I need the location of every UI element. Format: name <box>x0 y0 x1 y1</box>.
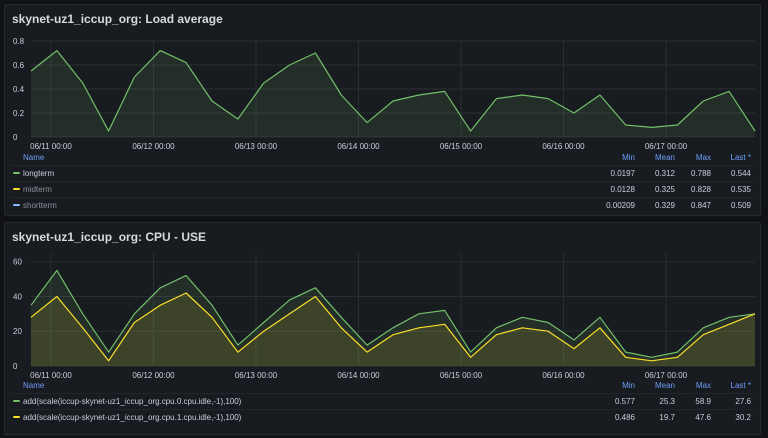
x-tick-label: 06/11 00:00 <box>30 142 72 151</box>
legend-mean-value: 25.3 <box>659 397 675 406</box>
load-average-panel: skynet-uz1_iccup_org: Load average 0.8 0.… <box>4 4 761 216</box>
y-tick-label: 20 <box>13 327 22 336</box>
legend-max-value: 0.828 <box>690 185 711 194</box>
legend-header-max[interactable]: Max <box>696 381 711 390</box>
legend-header-mean[interactable]: Mean <box>655 381 675 390</box>
legend-series-name[interactable]: midterm <box>23 185 52 194</box>
legend-last-value: 0.544 <box>730 169 751 178</box>
legend-series-name[interactable]: add(scale(iccup-skynet-uz1_iccup_org.cpu… <box>23 413 241 422</box>
series-color-swatch <box>13 188 20 190</box>
legend-min-value: 0.486 <box>614 413 635 422</box>
y-tick-label: 40 <box>13 292 22 301</box>
legend-table: Name Min Mean Max Last * longterm 0.0197… <box>11 151 755 213</box>
series-color-swatch <box>13 416 20 418</box>
legend-table: Name Min Mean Max Last * add(scale(iccup… <box>11 379 755 425</box>
legend-row-midterm[interactable]: midterm 0.0128 0.325 0.828 0.535 <box>11 181 755 197</box>
legend-row-cpu0[interactable]: add(scale(iccup-skynet-uz1_iccup_org.cpu… <box>11 393 755 409</box>
legend-max-value: 0.847 <box>690 201 711 210</box>
legend-max-value: 58.9 <box>695 397 711 406</box>
legend-header: Name Min Mean Max Last * <box>11 151 755 165</box>
legend-series-name[interactable]: shortterm <box>23 201 57 210</box>
legend-mean-value: 0.329 <box>654 201 675 210</box>
legend-last-value: 0.509 <box>730 201 751 210</box>
legend-header-min[interactable]: Min <box>622 381 635 390</box>
series-color-swatch <box>13 400 20 402</box>
y-tick-label: 0.8 <box>13 37 25 46</box>
legend-header: Name Min Mean Max Last * <box>11 379 755 393</box>
legend-max-value: 47.6 <box>695 413 711 422</box>
cpu-use-panel: skynet-uz1_iccup_org: CPU - USE 60 40 20 0 0… <box>4 222 761 435</box>
x-tick-label: 06/12 00:00 <box>132 142 175 151</box>
legend-mean-value: 19.7 <box>659 413 675 422</box>
legend-header-mean[interactable]: Mean <box>655 153 675 162</box>
legend-last-value: 27.6 <box>735 397 751 406</box>
legend-header-min[interactable]: Min <box>622 153 635 162</box>
x-tick-label: 06/16 00:00 <box>542 142 585 151</box>
y-tick-label: 0 <box>13 133 18 142</box>
legend-mean-value: 0.312 <box>654 169 675 178</box>
y-tick-label: 0.4 <box>13 85 25 94</box>
x-tick-label: 06/17 00:00 <box>645 142 688 151</box>
legend-header-max[interactable]: Max <box>696 153 711 162</box>
legend-row-shortterm[interactable]: shortterm 0.00209 0.329 0.847 0.509 <box>11 197 755 213</box>
legend-series-name[interactable]: longterm <box>23 169 54 178</box>
legend-max-value: 0.788 <box>690 169 711 178</box>
legend-min-value: 0.577 <box>614 397 635 406</box>
cpu-use-chart[interactable]: 604020006/11 00:00 06/12 00:00 06/13 00:00… <box>5 223 762 391</box>
series-color-swatch <box>13 172 20 174</box>
y-tick-label: 0.2 <box>13 109 25 118</box>
legend-min-value: 0.0128 <box>610 185 635 194</box>
x-tick-label: 06/14 00:00 <box>337 142 380 151</box>
legend-header-name[interactable]: Name <box>23 381 44 390</box>
legend-mean-value: 0.325 <box>654 185 675 194</box>
series-area <box>31 50 755 137</box>
x-tick-label: 06/15 00:00 <box>440 142 483 151</box>
legend-series-name[interactable]: add(scale(iccup-skynet-uz1_iccup_org.cpu… <box>23 397 241 406</box>
legend-min-value: 0.00209 <box>606 201 635 210</box>
y-tick-label: 60 <box>13 258 22 267</box>
y-tick-label: 0.6 <box>13 61 25 70</box>
legend-header-last[interactable]: Last * <box>731 153 751 162</box>
legend-last-value: 0.535 <box>730 185 751 194</box>
x-tick-label: 06/13 00:00 <box>235 142 278 151</box>
legend-last-value: 30.2 <box>735 413 751 422</box>
load-average-chart[interactable]: 0.8 0.6 0.4 0.2 0 06/11 00:00 06/12 00:00 06/13… <box>5 5 762 155</box>
series-color-swatch <box>13 204 20 206</box>
legend-row-longterm[interactable]: longterm 0.0197 0.312 0.788 0.544 <box>11 165 755 181</box>
legend-min-value: 0.0197 <box>610 169 635 178</box>
legend-row-cpu1[interactable]: add(scale(iccup-skynet-uz1_iccup_org.cpu… <box>11 409 755 425</box>
legend-header-last[interactable]: Last * <box>731 381 751 390</box>
y-tick-label: 0 <box>13 362 18 371</box>
legend-header-name[interactable]: Name <box>23 153 44 162</box>
